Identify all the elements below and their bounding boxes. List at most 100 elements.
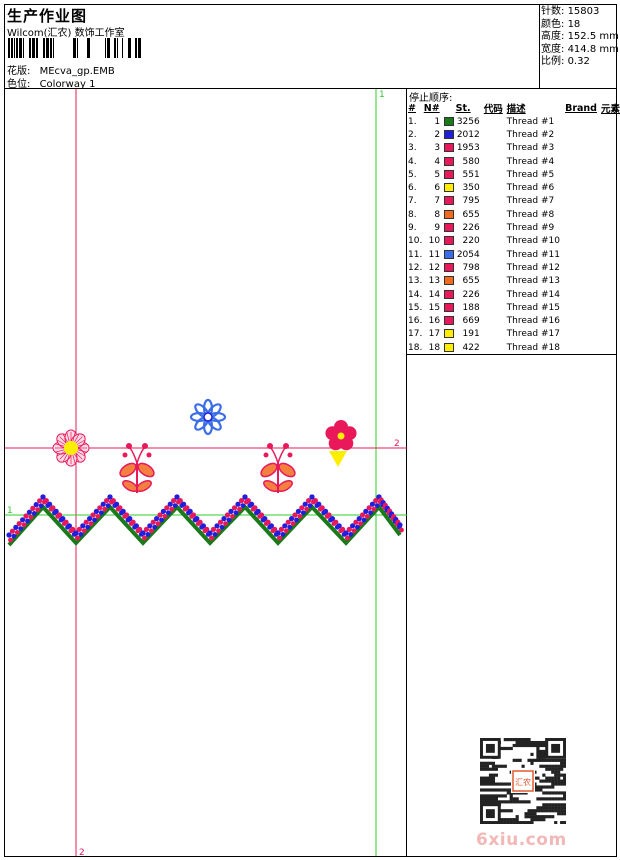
- thread-stitches: 422: [462, 342, 480, 353]
- thread-description: Thread #7: [506, 196, 555, 207]
- thread-index: 15.: [408, 302, 423, 313]
- thread-stitches: 2012: [456, 129, 480, 140]
- thread-stitches: 551: [462, 169, 480, 180]
- thread-index: 4.: [408, 156, 417, 167]
- thread-index: 14.: [408, 289, 423, 300]
- col-stitches: St.: [455, 102, 471, 114]
- thread-row: 15. 15 188 Thread #15: [408, 301, 620, 314]
- thread-color-swatch: [444, 235, 456, 248]
- thread-stitches: 191: [462, 329, 480, 340]
- thread-color-swatch: [444, 195, 456, 208]
- guide-label-v1: 1: [379, 90, 385, 100]
- guide-label-v2: 2: [79, 848, 85, 856]
- spec-height: 高度: 152.5 mm: [541, 31, 619, 43]
- thread-index: 10.: [408, 236, 423, 247]
- thread-number: 17: [428, 329, 441, 340]
- daisy-flower-motif: [52, 429, 90, 467]
- page-title: 生产作业图: [7, 7, 88, 25]
- watermark-logo: 6xiu.com: [476, 830, 567, 850]
- thread-color-swatch: [444, 181, 456, 194]
- thread-row: 14. 14 226 Thread #14: [408, 288, 620, 301]
- thread-description: Thread #8: [506, 209, 555, 220]
- thread-index: 12.: [408, 262, 423, 273]
- thread-code: [480, 341, 505, 354]
- thread-description: Thread #10: [506, 236, 560, 247]
- thread-number: 7: [434, 196, 441, 207]
- thread-code: [480, 195, 505, 208]
- thread-index: 9.: [408, 223, 417, 234]
- thread-index: 2.: [408, 129, 417, 140]
- thread-description: Thread #16: [506, 316, 560, 327]
- thread-row: 17. 17 191 Thread #17: [408, 328, 620, 341]
- thread-index: 1.: [408, 116, 417, 127]
- thread-number: 11: [428, 249, 441, 260]
- red-flower-motif: [325, 420, 357, 467]
- thread-color-swatch: [444, 142, 456, 155]
- thread-color-swatch: [444, 314, 456, 327]
- specs-divider: [539, 4, 540, 88]
- thread-index: 5.: [408, 169, 417, 180]
- thread-color-swatch: [444, 208, 456, 221]
- thread-row: 9. 9 226 Thread #9: [408, 221, 620, 234]
- thread-row: 5. 5 551 Thread #5: [408, 168, 620, 181]
- col-description: 描述: [506, 104, 526, 115]
- thread-description: Thread #2: [506, 129, 555, 140]
- thread-description: Thread #6: [506, 183, 555, 194]
- thread-code: [480, 314, 505, 327]
- thread-number: 1: [434, 116, 441, 127]
- barcode: [8, 38, 141, 58]
- thread-table-header: # N# St. 代码 描述 Brand 元素: [408, 101, 620, 116]
- thread-index: 8.: [408, 209, 417, 220]
- thread-color-swatch: [444, 341, 456, 354]
- thread-row: 2. 2 2012 Thread #2: [408, 128, 620, 141]
- thread-code: [480, 115, 505, 128]
- thread-row: 12. 12 798 Thread #12: [408, 261, 620, 274]
- thread-code: [480, 128, 505, 141]
- spec-stitches: 针数: 15803: [541, 6, 600, 17]
- thread-row: 13. 13 655 Thread #13: [408, 275, 620, 288]
- col-code: 代码: [483, 104, 503, 115]
- thread-description: Thread #17: [506, 329, 560, 340]
- thread-code: [480, 288, 505, 301]
- thread-stitches: 655: [462, 276, 480, 287]
- thread-number: 13: [428, 276, 441, 287]
- thread-row: 8. 8 655 Thread #8: [408, 208, 620, 221]
- thread-description: Thread #14: [506, 289, 560, 300]
- thread-stitches: 2054: [456, 249, 480, 260]
- thread-code: [480, 181, 505, 194]
- col-brand: Brand: [565, 102, 597, 114]
- thread-description: Thread #4: [506, 156, 555, 167]
- zigzag-border: [6, 494, 404, 547]
- thread-stitches: 226: [462, 223, 480, 234]
- embroidery-preview: 1 2 1 2: [5, 89, 407, 856]
- thread-number: 3: [434, 143, 441, 154]
- butterfly-motif-left: [119, 443, 155, 493]
- thread-number: 18: [428, 342, 441, 353]
- thread-row: 6. 6 350 Thread #6: [408, 181, 620, 194]
- thread-code: [480, 248, 505, 261]
- thread-row: 11. 11 2054 Thread #11: [408, 248, 620, 261]
- thread-code: [480, 275, 505, 288]
- thread-color-swatch: [444, 221, 456, 234]
- thread-index: 6.: [408, 183, 417, 194]
- thread-color-swatch: [444, 248, 456, 261]
- thread-index: 13.: [408, 276, 423, 287]
- thread-stitches: 226: [462, 289, 480, 300]
- thread-color-swatch: [444, 328, 456, 341]
- thread-code: [480, 301, 505, 314]
- thread-row: 10. 10 220 Thread #10: [408, 235, 620, 248]
- thread-color-swatch: [444, 261, 456, 274]
- thread-stitches: 798: [462, 262, 480, 273]
- colorway-row: 色位: Colorway 1: [7, 75, 95, 90]
- thread-description: Thread #5: [506, 169, 555, 180]
- thread-description: Thread #15: [506, 302, 560, 313]
- thread-description: Thread #11: [506, 249, 560, 260]
- spec-colors: 颜色: 18: [541, 18, 581, 30]
- thread-description: Thread #9: [506, 223, 555, 234]
- thread-color-swatch: [444, 301, 456, 314]
- spec-scale: 比例: 0.32: [541, 56, 590, 68]
- thread-stitches: 350: [462, 183, 480, 194]
- thread-number: 5: [434, 169, 441, 180]
- thread-number: 15: [428, 302, 441, 313]
- col-element: 元素: [600, 104, 620, 115]
